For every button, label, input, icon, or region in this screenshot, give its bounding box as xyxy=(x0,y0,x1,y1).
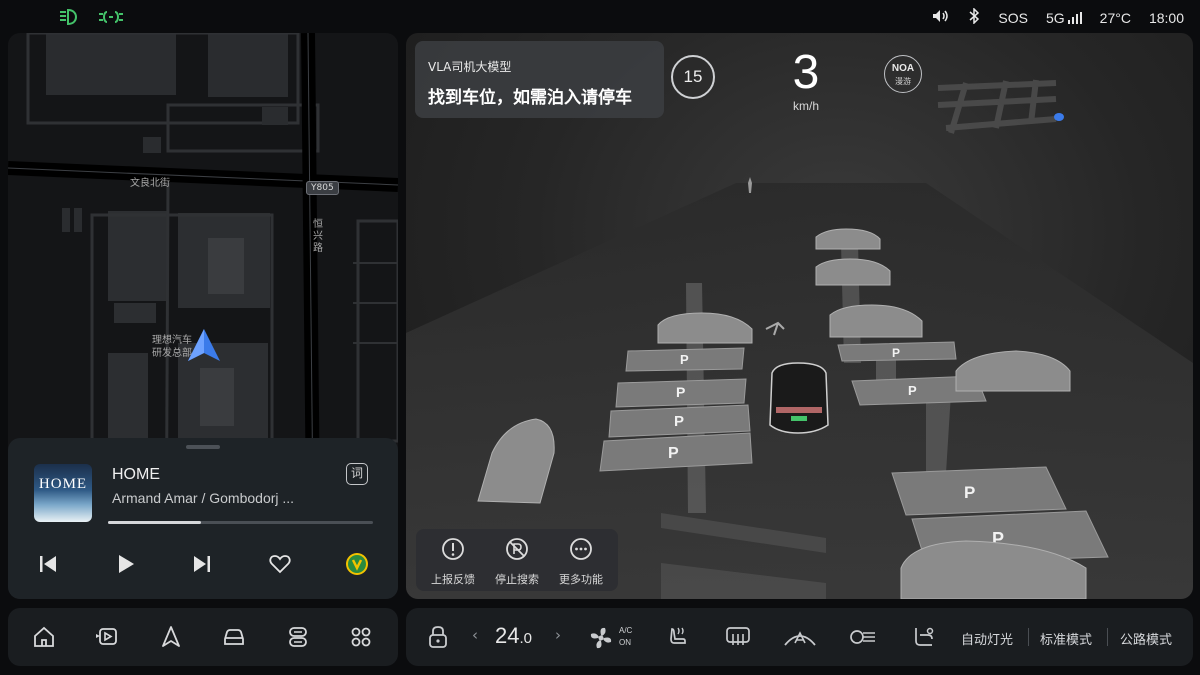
divider xyxy=(1107,628,1108,646)
report-feedback-button[interactable]: 上报反馈 xyxy=(420,529,486,591)
skip-next-icon xyxy=(194,556,210,572)
drag-handle[interactable] xyxy=(186,445,220,449)
left-dock xyxy=(8,608,398,666)
signal-icon xyxy=(1067,11,1082,24)
ac-label: A/C xyxy=(619,626,633,635)
parking-actions-panel: 上报反馈 停止搜索 更多功能 xyxy=(416,529,618,591)
navigation-icon[interactable] xyxy=(159,625,183,649)
clock: 18:00 xyxy=(1148,9,1184,26)
driving-visualization: P P P P P P P P VLA司机大模型 找到车位，如需泊入请停车 15… xyxy=(406,33,1193,599)
more-functions-label: 更多功能 xyxy=(559,573,603,586)
parking-spot-label: P xyxy=(908,383,917,398)
report-feedback-label: 上报反馈 xyxy=(431,573,475,586)
media-player-card[interactable]: HOME HOME Armand Amar / Gombodorj ... 词 xyxy=(8,438,398,599)
parking-spot-label: P xyxy=(892,346,900,360)
road-mode[interactable]: 公路模式 xyxy=(1120,629,1172,648)
apps-icon[interactable] xyxy=(349,625,373,649)
standard-mode[interactable]: 标准模式 xyxy=(1040,629,1092,648)
parking-spot-label: P xyxy=(964,483,975,502)
temperature-value: 24 xyxy=(495,623,520,648)
album-art-text: HOME xyxy=(38,476,88,492)
rear-defrost-icon[interactable] xyxy=(724,625,752,649)
lock-icon[interactable] xyxy=(428,625,448,649)
music-app-icon xyxy=(346,553,368,575)
temperature-increase-button[interactable]: › xyxy=(555,626,561,644)
controls-icon[interactable] xyxy=(286,625,310,649)
speed-limit-sign: 15 xyxy=(671,55,715,99)
status-bar: SOS 5G 27°C 18:00 xyxy=(0,0,1200,34)
album-art[interactable]: HOME xyxy=(34,464,92,522)
parking-spot-label: P xyxy=(674,413,684,430)
temperature-decrease-button[interactable]: ‹ xyxy=(472,626,478,644)
playback-progress-bar[interactable] xyxy=(108,521,373,524)
music-source-button[interactable] xyxy=(343,550,371,578)
network-label: 5G xyxy=(1045,9,1065,26)
volume-icon[interactable] xyxy=(932,9,950,26)
previous-track-button[interactable] xyxy=(34,550,62,578)
parking-spot-label: P xyxy=(668,445,679,462)
mirror-adjust-icon[interactable] xyxy=(910,625,936,649)
play-icon xyxy=(119,555,134,573)
favorite-button[interactable] xyxy=(266,550,294,578)
next-track-button[interactable] xyxy=(188,550,216,578)
home-icon[interactable] xyxy=(32,625,56,649)
noa-mode-button[interactable]: NOA 漫游 xyxy=(884,55,922,93)
more-functions-button[interactable]: 更多功能 xyxy=(548,529,614,591)
lyrics-button[interactable]: 词 xyxy=(346,463,368,485)
more-icon xyxy=(570,538,592,560)
media-icon[interactable] xyxy=(95,625,119,649)
vla-assistant-card: VLA司机大模型 找到车位，如需泊入请停车 xyxy=(415,41,664,118)
parking-spot-label: P xyxy=(676,384,685,400)
street-label-wenliang: 文良北街 xyxy=(130,178,170,189)
bluetooth-icon[interactable] xyxy=(968,7,980,27)
speed-unit: km/h xyxy=(792,99,819,113)
stop-search-icon xyxy=(506,538,528,560)
ac-status[interactable]: A/C ON xyxy=(619,625,632,649)
divider xyxy=(1028,628,1029,646)
play-button[interactable] xyxy=(112,550,140,578)
seat-heating-icon[interactable] xyxy=(666,625,690,649)
song-title: HOME xyxy=(112,466,160,483)
vehicle-icon[interactable] xyxy=(222,625,246,649)
current-location-arrow-icon xyxy=(188,329,220,361)
playback-progress-fill xyxy=(108,521,201,524)
vla-title: VLA司机大模型 xyxy=(428,60,512,74)
headlight-adjust-icon[interactable] xyxy=(848,625,878,649)
stop-search-label: 停止搜索 xyxy=(495,573,539,586)
heart-icon xyxy=(269,555,291,574)
road-badge: Y805 xyxy=(306,181,339,195)
ego-vehicle xyxy=(769,362,829,434)
auto-lights-mode[interactable]: 自动灯光 xyxy=(961,629,1013,648)
report-icon xyxy=(442,538,464,560)
low-beam-icon xyxy=(58,8,80,30)
parking-spot-label: P xyxy=(680,352,689,367)
street-label-hengxing: 恒兴路 xyxy=(313,219,323,254)
network-indicator: 5G xyxy=(1046,10,1082,26)
current-speed: 3 xyxy=(792,46,820,99)
outside-temperature: 27°C xyxy=(1099,9,1131,26)
parking-light-icon xyxy=(98,8,124,30)
song-artist: Armand Amar / Gombodorj ... xyxy=(112,490,295,506)
sos-label[interactable]: SOS xyxy=(998,10,1028,26)
cabin-temperature[interactable]: 24.0 xyxy=(495,623,532,649)
skip-previous-icon xyxy=(40,556,56,572)
temperature-decimal: .0 xyxy=(519,630,532,647)
noa-sublabel: 漫游 xyxy=(895,77,911,86)
vla-message: 找到车位，如需泊入请停车 xyxy=(428,88,632,108)
auto-defrost-front-icon[interactable] xyxy=(782,625,818,649)
stop-search-button[interactable]: 停止搜索 xyxy=(484,529,550,591)
ac-state: ON xyxy=(619,638,631,647)
noa-label: NOA xyxy=(891,63,915,74)
fan-icon[interactable] xyxy=(588,625,614,651)
climate-bar: ‹ 24.0 › A/C ON 自动灯光 标准模式 公路模式 xyxy=(406,608,1193,666)
